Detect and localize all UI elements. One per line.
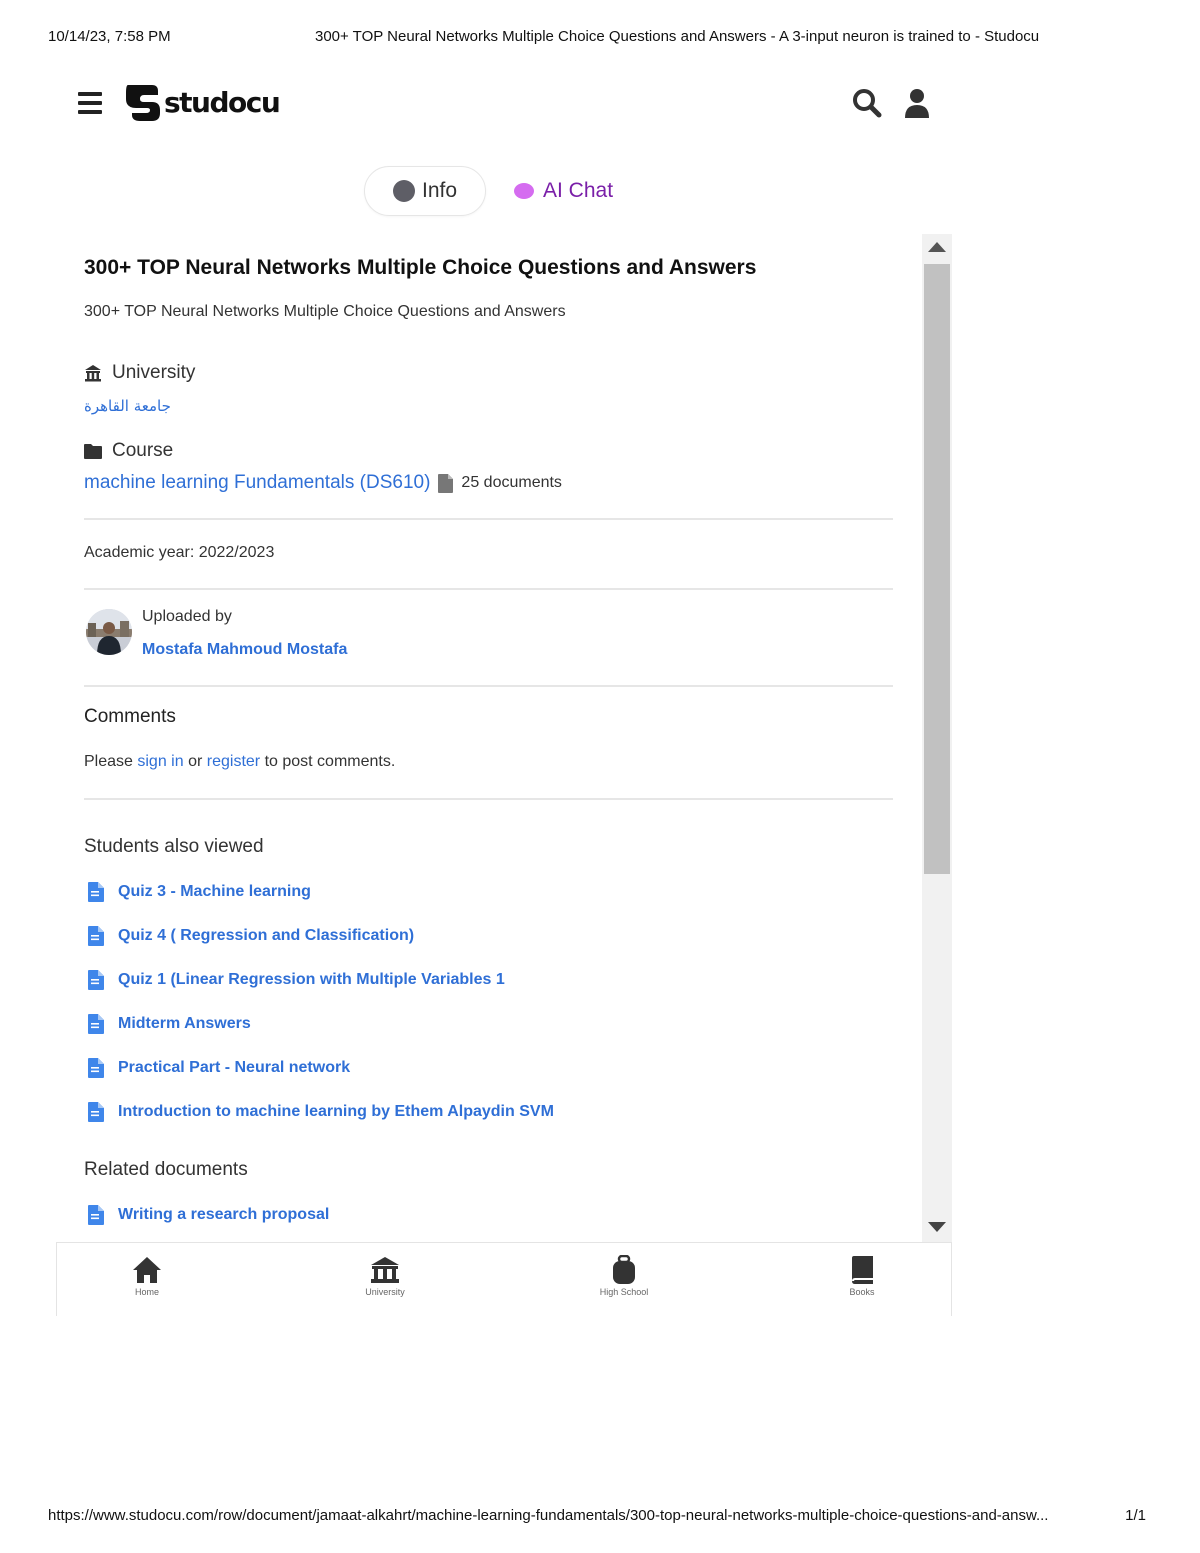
sign-in-link[interactable]: sign in <box>137 753 183 770</box>
print-url: https://www.studocu.com/row/document/jam… <box>48 1507 1049 1524</box>
backpack-icon <box>613 1255 635 1284</box>
logo-text: studocu <box>164 85 281 119</box>
list-item-label: Quiz 4 ( Regression and Classification) <box>118 927 415 944</box>
tab-ai-chat-label: AI Chat <box>543 179 614 202</box>
nav-home-label: Home <box>134 1287 159 1297</box>
user-icon[interactable] <box>902 88 932 118</box>
document-icon <box>88 1014 104 1034</box>
scrollbar[interactable] <box>922 234 952 1242</box>
document-icon <box>88 1102 104 1122</box>
uploader-link[interactable]: Mostafa Mahmoud Mostafa <box>142 641 347 659</box>
document-icon <box>88 970 104 990</box>
tab-info-label: Info <box>422 179 458 202</box>
register-link[interactable]: register <box>207 753 260 770</box>
course-documents-count: 25 documents <box>438 473 562 493</box>
tab-ai-chat[interactable]: AI Chat <box>514 166 613 216</box>
students-also-viewed-list: Quiz 3 - Machine learning Quiz 4 ( Regres… <box>84 870 884 1134</box>
divider <box>84 685 893 687</box>
top-bar: studocu <box>76 80 936 126</box>
nav-high-school-label: High School <box>599 1287 649 1297</box>
comments-prompt: Please sign in or register to post comme… <box>84 753 396 770</box>
book-icon <box>852 1256 873 1284</box>
university-icon <box>85 365 101 382</box>
academic-year: Academic year: 2022/2023 <box>84 544 275 561</box>
home-icon <box>133 1257 161 1283</box>
divider <box>84 588 893 590</box>
comments-title: Comments <box>84 706 176 727</box>
nav-university-label: University <box>365 1287 405 1297</box>
list-item-label: Writing a research proposal <box>118 1206 330 1223</box>
document-icon <box>438 473 454 493</box>
nav-high-school[interactable]: High School <box>564 1255 684 1297</box>
students-also-viewed-title: Students also viewed <box>84 836 264 857</box>
nav-home[interactable]: Home <box>87 1255 207 1297</box>
course-link[interactable]: machine learning Fundamentals (DS610) <box>84 472 430 494</box>
document-icon <box>88 882 104 902</box>
list-item[interactable]: Introduction to machine learning by Ethe… <box>84 1090 884 1134</box>
print-footer: https://www.studocu.com/row/document/jam… <box>48 1507 1146 1527</box>
studocu-logo-icon <box>126 85 160 121</box>
course-row: machine learning Fundamentals (DS610) 25… <box>84 472 562 494</box>
nav-university[interactable]: University <box>325 1255 445 1297</box>
search-icon[interactable] <box>852 88 882 118</box>
list-item-label: Quiz 1 (Linear Regression with Multiple … <box>118 971 505 988</box>
university-label: University <box>84 362 195 384</box>
divider <box>84 798 893 800</box>
list-item-label: Midterm Answers <box>118 1015 251 1032</box>
list-item[interactable]: Quiz 3 - Machine learning <box>84 870 884 914</box>
document-subtitle: 300+ TOP Neural Networks Multiple Choice… <box>84 303 566 320</box>
list-item[interactable]: Quiz 4 ( Regression and Classification) <box>84 914 884 958</box>
document-icon <box>88 1058 104 1078</box>
tab-info[interactable]: Info <box>364 166 486 216</box>
nav-books[interactable]: Books <box>802 1255 922 1297</box>
scroll-down-arrow-icon[interactable] <box>928 1222 946 1232</box>
document-title: 300+ TOP Neural Networks Multiple Choice… <box>84 256 757 279</box>
course-label: Course <box>84 440 173 462</box>
print-page-number: 1/1 <box>1125 1507 1146 1524</box>
info-panel: 300+ TOP Neural Networks Multiple Choice… <box>56 234 952 1242</box>
related-documents-list: Writing a research proposal <box>84 1193 884 1237</box>
divider <box>84 518 893 520</box>
nav-books-label: Books <box>849 1287 875 1297</box>
list-item[interactable]: Practical Part - Neural network <box>84 1046 884 1090</box>
uploaded-by-label: Uploaded by <box>142 608 232 625</box>
ai-chat-icon <box>514 183 534 199</box>
print-date: 10/14/23, 7:58 PM <box>48 28 171 45</box>
list-item-label: Quiz 3 - Machine learning <box>118 883 311 900</box>
print-header: 10/14/23, 7:58 PM 300+ TOP Neural Networ… <box>48 28 1152 48</box>
university-link[interactable]: جامعة القاهرة <box>84 397 171 415</box>
info-icon <box>393 180 415 202</box>
list-item[interactable]: Midterm Answers <box>84 1002 884 1046</box>
studocu-logo[interactable]: studocu <box>122 80 281 124</box>
menu-icon[interactable] <box>78 92 102 114</box>
scrollbar-thumb[interactable] <box>924 264 950 874</box>
bottom-navigation: Home University High School Books <box>56 1242 952 1316</box>
document-icon <box>88 926 104 946</box>
list-item-label: Introduction to machine learning by Ethe… <box>118 1103 554 1120</box>
document-icon <box>88 1205 104 1225</box>
university-icon <box>371 1257 399 1283</box>
related-documents-title: Related documents <box>84 1159 248 1180</box>
print-page-title: 300+ TOP Neural Networks Multiple Choice… <box>315 28 1040 45</box>
scroll-up-arrow-icon[interactable] <box>928 242 946 252</box>
uploader-avatar[interactable] <box>86 609 132 655</box>
avatar-image <box>86 609 132 655</box>
list-item-label: Practical Part - Neural network <box>118 1059 351 1076</box>
list-item[interactable]: Writing a research proposal <box>84 1193 884 1237</box>
folder-icon <box>84 444 102 459</box>
list-item[interactable]: Quiz 1 (Linear Regression with Multiple … <box>84 958 884 1002</box>
